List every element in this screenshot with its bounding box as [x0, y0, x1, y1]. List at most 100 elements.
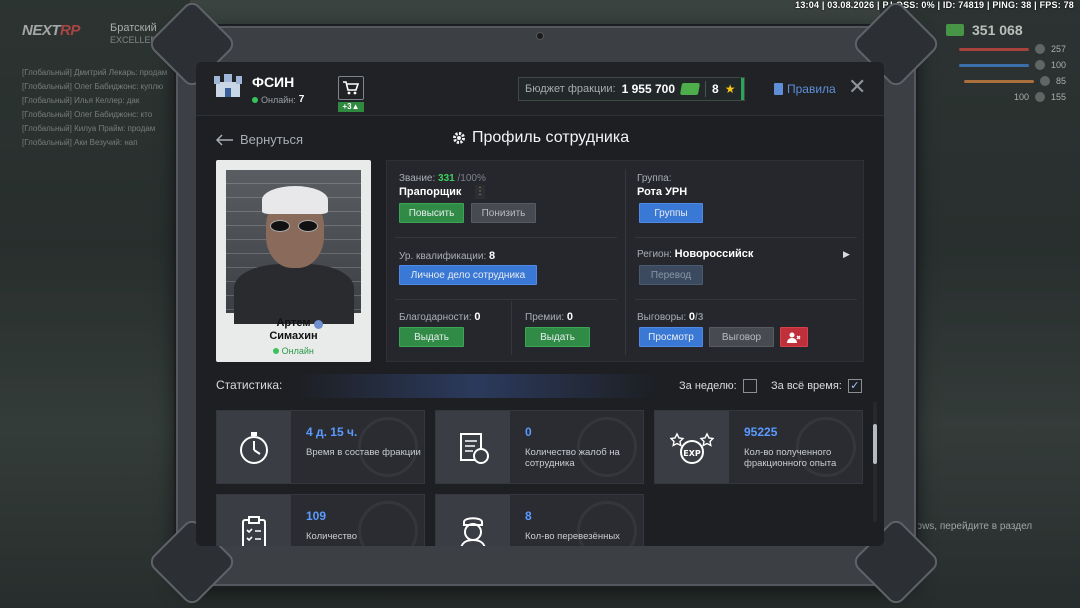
- stat-value: 8: [525, 509, 532, 523]
- cart-icon: [343, 81, 359, 95]
- region-label: Регион: Новороссийск: [637, 248, 754, 260]
- week-checkbox[interactable]: За неделю:: [679, 379, 757, 393]
- stat-value: 109: [306, 509, 327, 523]
- stats-label: Статистика:: [216, 378, 283, 392]
- back-button[interactable]: Вернуться: [216, 132, 303, 147]
- groups-button[interactable]: Группы: [639, 203, 703, 223]
- give-bonus-button[interactable]: Выдать: [525, 327, 590, 347]
- hud-stat-health: 257: [946, 44, 1066, 54]
- star-icon: ★: [724, 82, 736, 96]
- checkbox-box-checked[interactable]: ✓: [847, 379, 862, 393]
- faction-budget: Бюджет фракции: 1 955 700 8 ★: [518, 77, 746, 101]
- chat-line: [Глобальный] Олег Бабиджонс: куплю: [22, 82, 164, 91]
- stat-tile: 8 Кол-во перевезённых: [435, 494, 644, 546]
- exp-icon: EXP: [670, 432, 714, 464]
- heart-icon: [1034, 44, 1045, 54]
- player-hud: 351 068 257 100 85 100 155: [946, 22, 1066, 102]
- scrollbar-thumb[interactable]: [873, 424, 877, 464]
- chat-line: [Глобальный] Аки Везучий: нап: [22, 138, 138, 147]
- budget-value: 1 955 700: [621, 82, 675, 96]
- armor-icon: [1034, 60, 1045, 70]
- stat-description: Кол-во полученного фракционного опыта: [744, 447, 837, 469]
- chat-log: [Глобальный] Дмитрий Лекарь: продам [Гло…: [22, 66, 182, 150]
- stat-description: Количество жалоб на сотрудника: [525, 447, 620, 469]
- promote-button[interactable]: Повысить: [399, 203, 464, 223]
- employee-info-panel: Звание: 331 /100% Прапорщик ⋮ Повысить П…: [386, 160, 864, 362]
- stopwatch-icon: [240, 432, 268, 464]
- all-time-checkbox[interactable]: За всё время: ✓: [771, 379, 862, 393]
- faction-online: Онлайн: 7: [252, 94, 304, 105]
- rank-label: Звание: 331 /100%: [399, 173, 486, 184]
- hud-stat-food: 85: [946, 76, 1066, 86]
- hud-stat-extra: 100 155: [1013, 92, 1066, 102]
- stat-value: 0: [525, 425, 532, 439]
- transfer-button[interactable]: Перевод: [639, 265, 703, 285]
- give-thanks-button[interactable]: Выдать: [399, 327, 464, 347]
- clipboard-icon: [242, 516, 266, 546]
- employee-photo: [226, 170, 361, 324]
- stat-value: 4 д. 15 ч.: [306, 425, 358, 439]
- stat-description: Кол-во перевезённых: [525, 531, 620, 542]
- game-logo: NEXTRP: [22, 22, 80, 39]
- employee-name: Артем Симахин: [269, 317, 318, 342]
- reprimand-label: Выговоры: 0/3: [637, 311, 704, 323]
- game-status-bar: 13:04 | 03.08.2026 | P.LOSS: 0% | ID: 74…: [795, 0, 1074, 10]
- close-button[interactable]: ✕: [848, 76, 866, 98]
- stat-tile: EXP 95225 Кол-во полученного фракционног…: [654, 410, 863, 484]
- svg-text:EXP: EXP: [683, 449, 701, 458]
- chat-line: [Глобальный] Олег Бабиджонс: кто: [22, 110, 153, 119]
- personal-file-button[interactable]: Личное дело сотрудника: [399, 265, 537, 285]
- group-value: Рота УРН: [637, 186, 688, 198]
- faction-name: ФСИН: [252, 74, 295, 90]
- rules-link[interactable]: Правила: [774, 82, 836, 96]
- budget-accent: [741, 78, 745, 100]
- rank-name: Прапорщик: [399, 186, 462, 198]
- user-icon: [314, 320, 323, 329]
- qualification-label: Ур. квалификации: 8: [399, 250, 496, 262]
- stat-tile: 0 Количество жалоб на сотрудника: [435, 410, 644, 484]
- player-money: 351 068: [946, 22, 1066, 38]
- fire-user-button[interactable]: [780, 327, 808, 347]
- online-dot-icon: [252, 96, 258, 103]
- view-reprimands-button[interactable]: Просмотр: [639, 327, 703, 347]
- online-dot-icon: [273, 348, 280, 354]
- stat-value: 95225: [744, 425, 778, 439]
- complaint-icon: [460, 433, 489, 464]
- budget-label: Бюджет фракции:: [525, 83, 616, 95]
- stat-tile: 4 д. 15 ч. Время в составе фракции: [216, 410, 425, 484]
- remove-user-icon: [787, 332, 801, 343]
- drink-icon: [1034, 92, 1045, 102]
- rank-info-icon[interactable]: ⋮: [475, 185, 485, 199]
- gear-icon: [453, 132, 465, 144]
- stats-glow: [296, 374, 656, 398]
- bonus-label: Премии: 0: [525, 311, 574, 323]
- star-count: 8: [712, 82, 719, 96]
- chat-line: [Глобальный] Дмитрий Лекарь: продам: [22, 68, 168, 77]
- employee-card: Артем Симахин Онлайн: [216, 160, 371, 362]
- tablet-camera: [536, 32, 544, 40]
- shop-cart-button[interactable]: [338, 76, 364, 100]
- employee-status: Онлайн: [216, 346, 371, 356]
- cart-badge: +3▲: [338, 102, 364, 112]
- group-label: Группа:: [637, 173, 672, 184]
- stat-tile: 109 Количество: [216, 494, 425, 546]
- chat-line: [Глобальный] Илья Келлер: дак: [22, 96, 140, 105]
- demote-button[interactable]: Понизить: [471, 203, 536, 223]
- prisoner-icon: [460, 517, 486, 546]
- prison-building-icon: [214, 74, 242, 97]
- food-icon: [1039, 76, 1050, 86]
- thanks-label: Благодарности: 0: [399, 311, 481, 323]
- faction-header: ФСИН Онлайн: 7 +3▲ Бюджет фракции: 1 955 …: [196, 62, 884, 116]
- tablet-screen: ФСИН Онлайн: 7 +3▲ Бюджет фракции: 1 955 …: [196, 62, 884, 546]
- reprimand-button[interactable]: Выговор: [709, 327, 774, 347]
- stat-description: Время в составе фракции: [306, 447, 421, 458]
- divider: [705, 81, 706, 97]
- arrow-left-icon: [216, 133, 233, 146]
- book-icon: [774, 83, 783, 95]
- chat-line: [Глобальный] Килуа Прайм: продам: [22, 124, 156, 133]
- page-title: Профиль сотрудника: [452, 129, 629, 147]
- cash-icon: [679, 83, 701, 95]
- hud-stat-armor: 100: [946, 60, 1066, 70]
- region-arrow-icon[interactable]: ▶: [843, 249, 850, 260]
- checkbox-box[interactable]: [742, 379, 757, 393]
